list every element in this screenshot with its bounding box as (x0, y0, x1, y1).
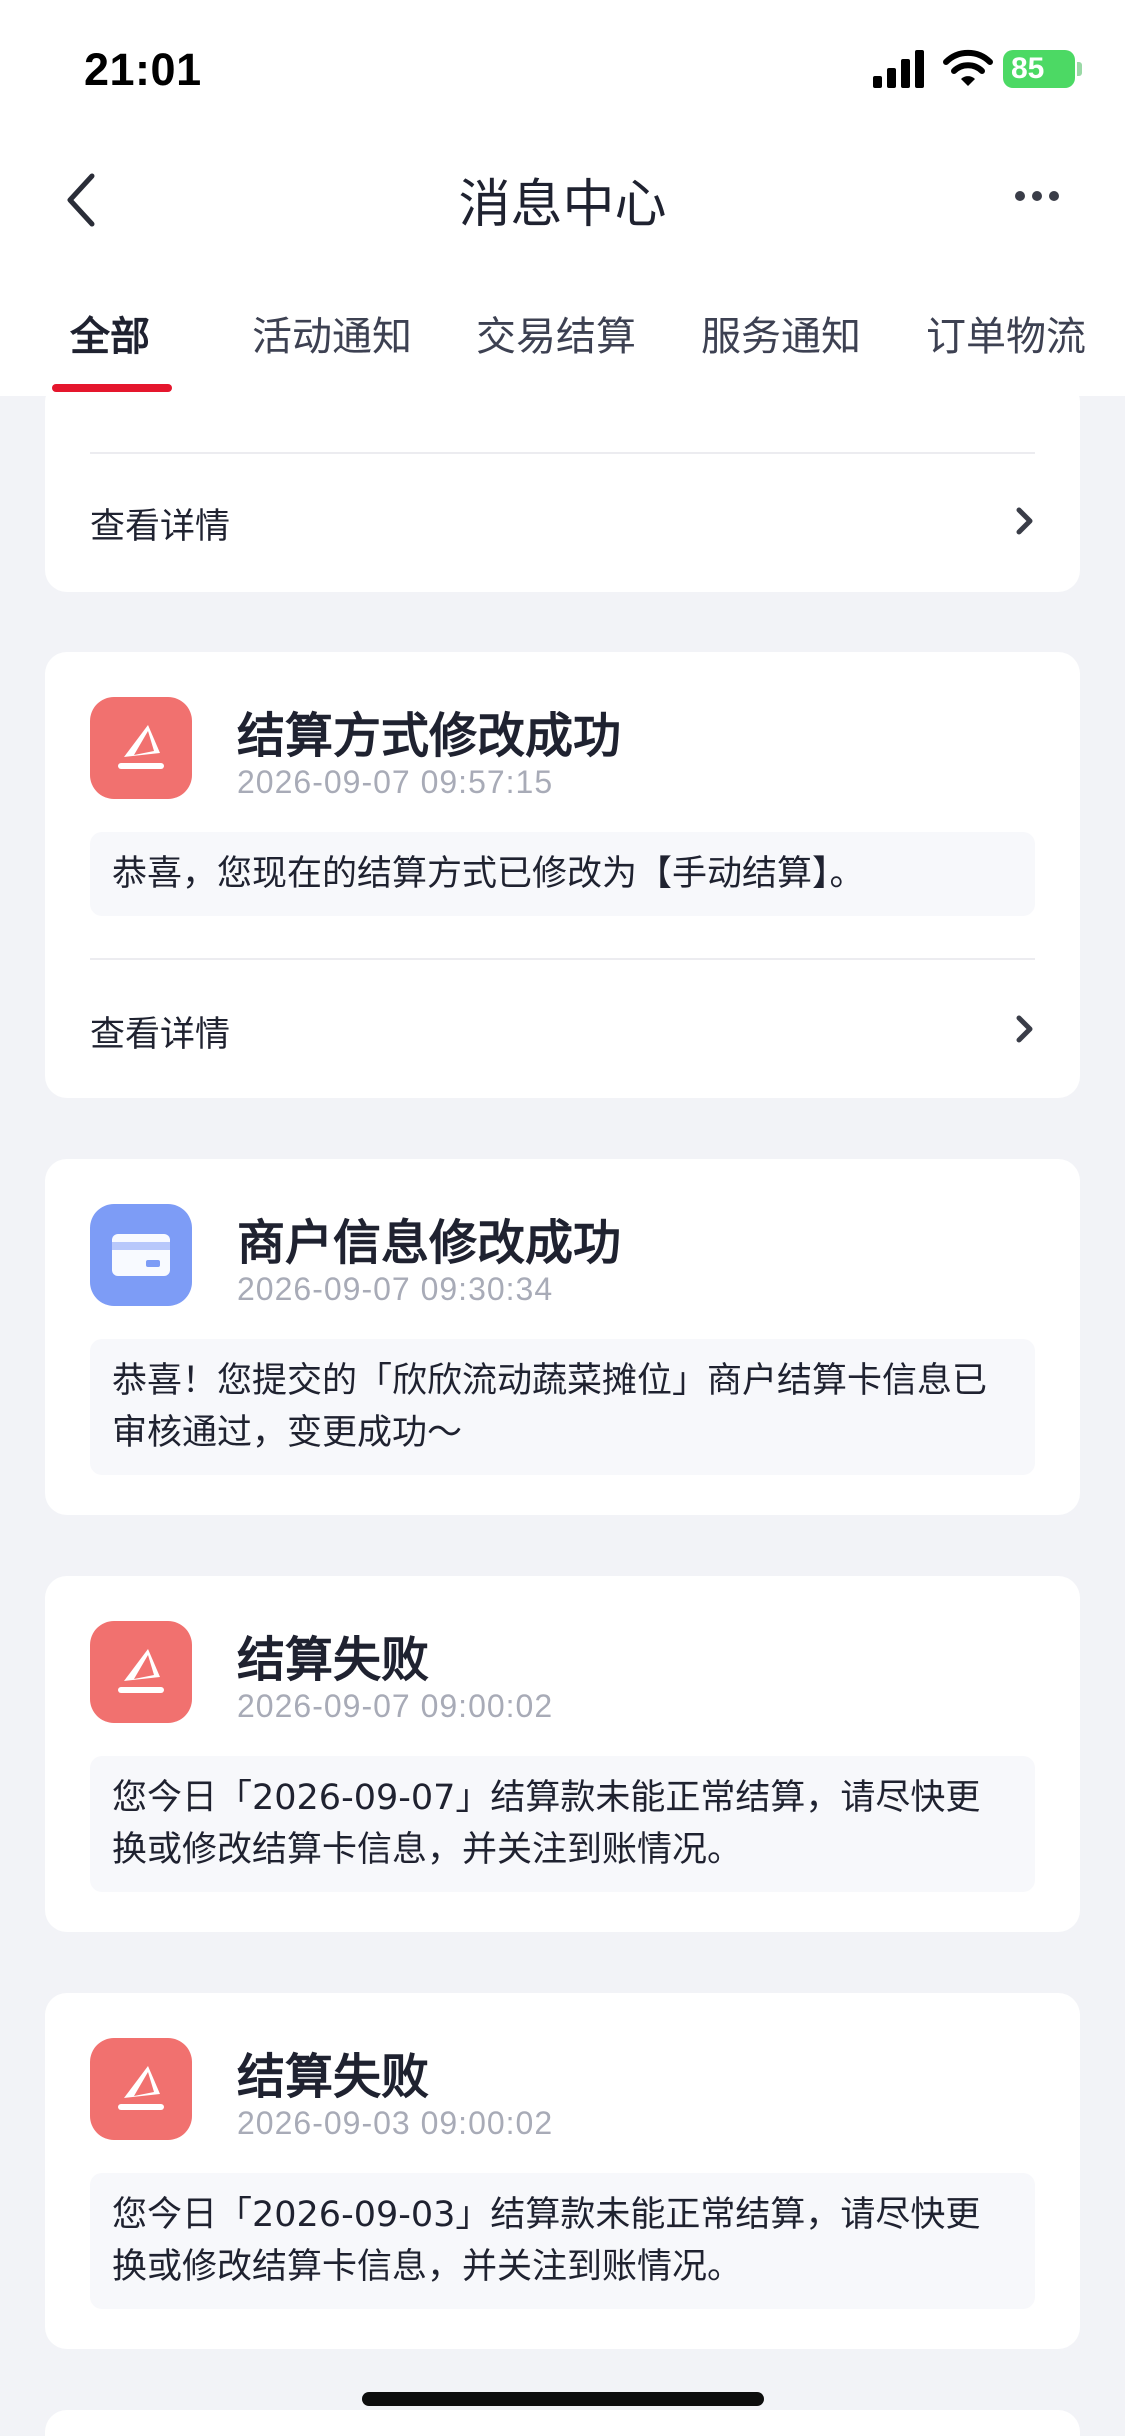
active-tab-indicator (52, 384, 172, 392)
message-card[interactable]: 结算失败 2026-09-07 09:00:02 您今日「2026-09-07」… (45, 1576, 1080, 1932)
message-card[interactable]: 商户信息修改成功 2026-09-07 09:30:34 恭喜！您提交的「欣欣流… (45, 1159, 1080, 1515)
message-body: 恭喜！您提交的「欣欣流动蔬菜摊位」商户结算卡信息已审核通过，变更成功～ (90, 1339, 1035, 1475)
tab-all[interactable]: 全部 (70, 304, 150, 362)
message-time: 2026-09-07 09:30:34 (237, 1271, 554, 1307)
status-time: 21:01 (84, 44, 202, 95)
signal-icon (873, 50, 924, 88)
message-card: 查看详情 (45, 380, 1080, 592)
wifi-icon (943, 49, 993, 86)
card-icon (90, 1204, 192, 1306)
tab-bar: 全部 活动通知 交易结算 服务通知 订单物流 (0, 296, 1125, 396)
message-time: 2026-09-07 09:57:15 (237, 764, 554, 800)
battery-icon: 85 (1003, 50, 1075, 88)
tab-service[interactable]: 服务通知 (701, 304, 861, 362)
battery-level: 85 (1011, 52, 1045, 85)
message-card[interactable]: 结算失败 2026-09-03 09:00:02 您今日「2026-09-03」… (45, 1993, 1080, 2349)
divider (90, 958, 1035, 960)
settlement-icon (90, 697, 192, 799)
message-card[interactable] (45, 2410, 1080, 2436)
tab-settlement[interactable]: 交易结算 (476, 304, 636, 362)
message-time: 2026-09-07 09:00:02 (237, 1688, 554, 1724)
message-title: 结算失败 (237, 1632, 430, 1688)
tab-activity[interactable]: 活动通知 (252, 304, 412, 362)
settlement-icon (90, 1621, 192, 1723)
header: 21:01 85 消息中心 全部 活动通知 交易结算 服务通知 订单物流 (0, 0, 1125, 396)
battery-cap (1077, 62, 1082, 76)
status-icons: 85 (873, 48, 1085, 92)
message-body: 恭喜，您现在的结算方式已修改为【手动结算】。 (90, 832, 1035, 916)
message-card[interactable]: 结算方式修改成功 2026-09-07 09:57:15 恭喜，您现在的结算方式… (45, 652, 1080, 1098)
message-body: 您今日「2026-09-07」结算款未能正常结算，请尽快更换或修改结算卡信息，并… (90, 1756, 1035, 1892)
tab-logistics[interactable]: 订单物流 (926, 304, 1086, 362)
divider (90, 452, 1035, 454)
view-details-link[interactable]: 查看详情 (90, 1006, 230, 1057)
message-title: 商户信息修改成功 (237, 1215, 622, 1271)
home-indicator (362, 2392, 764, 2406)
message-body: 您今日「2026-09-03」结算款未能正常结算，请尽快更换或修改结算卡信息，并… (90, 2173, 1035, 2309)
chevron-right-icon (1016, 507, 1033, 535)
page-title: 消息中心 (458, 175, 667, 235)
settlement-icon (90, 2038, 192, 2140)
message-time: 2026-09-03 09:00:02 (237, 2105, 554, 2141)
message-title: 结算失败 (237, 2049, 430, 2105)
chevron-right-icon (1016, 1015, 1033, 1043)
more-options-icon[interactable] (1015, 186, 1071, 206)
message-title: 结算方式修改成功 (237, 708, 622, 764)
view-details-link[interactable]: 查看详情 (90, 498, 230, 549)
